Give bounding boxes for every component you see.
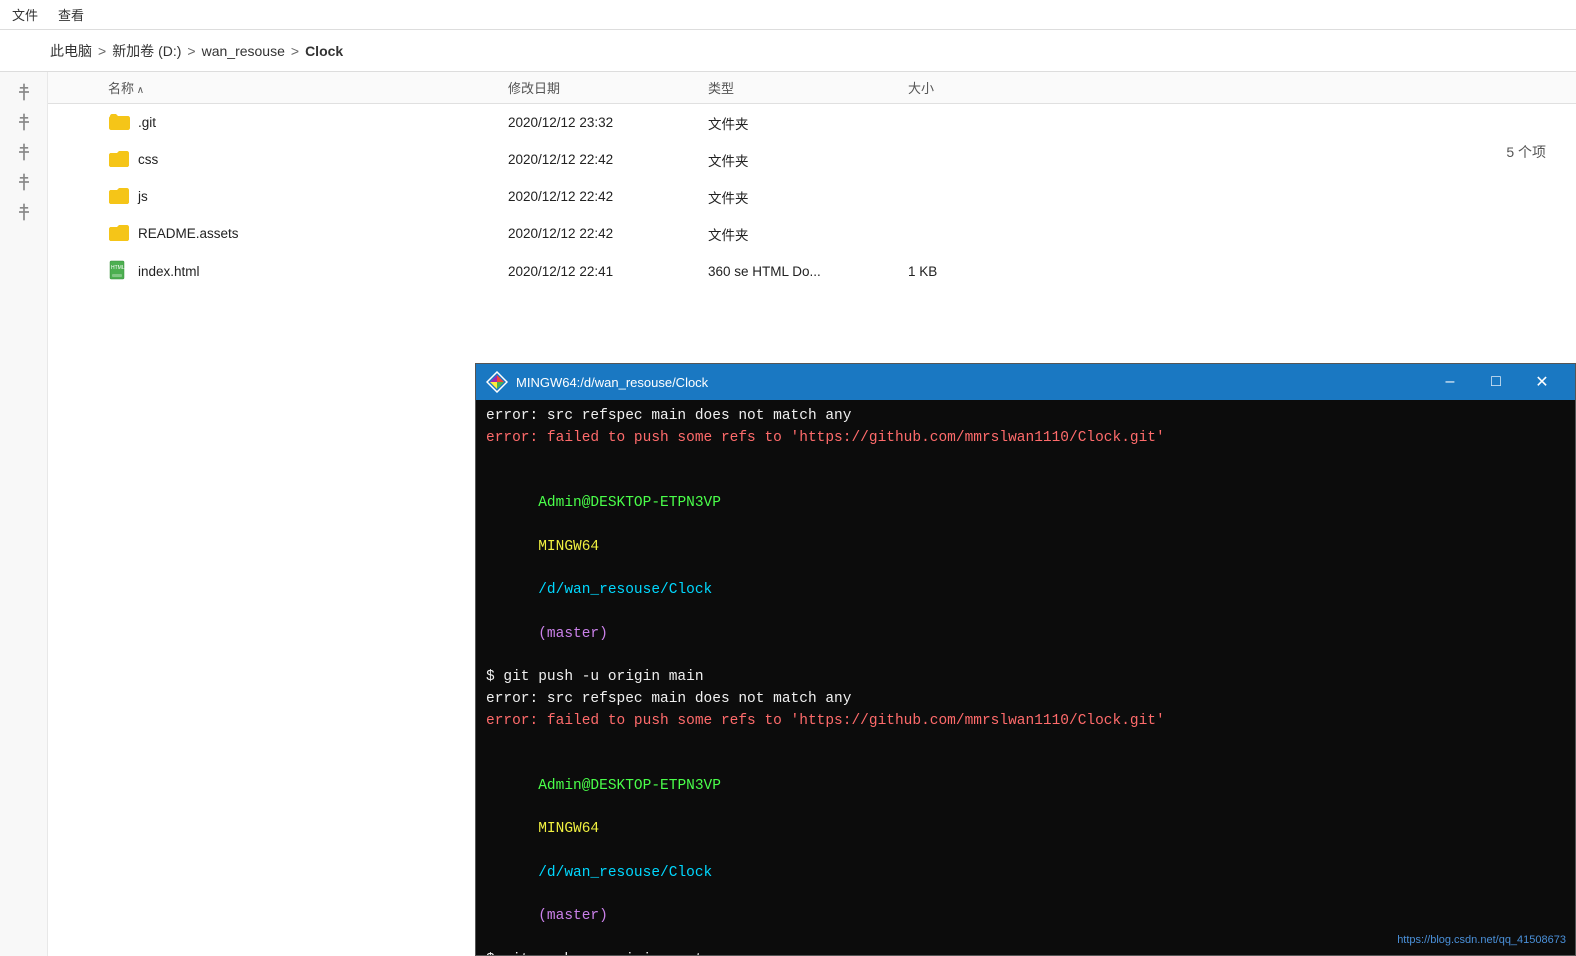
menu-file[interactable]: 文件 bbox=[12, 5, 38, 24]
breadcrumb-bar: 此电脑 > 新加卷 (D:) > wan_resouse > Clock bbox=[0, 30, 1576, 72]
terminal-title: MINGW64:/d/wan_resouse/Clock bbox=[516, 375, 1419, 390]
file-date: 2020/12/12 22:42 bbox=[508, 226, 708, 241]
terminal-prompt-branch-1: (master) bbox=[538, 626, 608, 642]
breadcrumb-sep-2: > bbox=[187, 43, 195, 59]
col-name[interactable]: 名称 bbox=[108, 78, 508, 97]
table-row[interactable]: README.assets 2020/12/12 22:42 文件夹 bbox=[48, 215, 1576, 252]
menu-view[interactable]: 查看 bbox=[58, 5, 84, 24]
terminal-prompt-1: Admin@DESKTOP-ETPN3VP MINGW64 /d/wan_res… bbox=[486, 471, 1565, 667]
svg-text:HTML: HTML bbox=[111, 265, 125, 271]
terminal-line-5: error: src refspec main does not match a… bbox=[486, 689, 1565, 711]
file-label: .git bbox=[138, 115, 156, 130]
file-date: 2020/12/12 22:42 bbox=[508, 189, 708, 204]
file-type: 文件夹 bbox=[708, 187, 908, 207]
terminal-line-8: $ git push -u origin master bbox=[486, 950, 1565, 955]
pin-icon-2[interactable] bbox=[14, 112, 34, 132]
terminal-controls: – □ ✕ bbox=[1427, 367, 1565, 397]
folder-icon bbox=[108, 112, 130, 133]
terminal-prompt-user-2: Admin@DESKTOP-ETPN3VP bbox=[538, 778, 721, 794]
breadcrumb-sep-3: > bbox=[291, 43, 299, 59]
pin-icon-4[interactable] bbox=[14, 172, 34, 192]
watermark: https://blog.csdn.net/qq_41508673 bbox=[1397, 934, 1566, 946]
table-row[interactable]: css 2020/12/12 22:42 文件夹 bbox=[48, 141, 1576, 178]
terminal-prompt-user-1: Admin@DESKTOP-ETPN3VP bbox=[538, 495, 721, 511]
pin-icon-3[interactable] bbox=[14, 142, 34, 162]
breadcrumb-current[interactable]: Clock bbox=[305, 43, 343, 59]
terminal-prompt-branch-2: (master) bbox=[538, 908, 608, 924]
terminal-prompt-2: Admin@DESKTOP-ETPN3VP MINGW64 /d/wan_res… bbox=[486, 754, 1565, 950]
breadcrumb-this-pc[interactable]: 此电脑 bbox=[50, 41, 92, 61]
file-date: 2020/12/12 23:32 bbox=[508, 115, 708, 130]
file-label: js bbox=[138, 189, 148, 204]
terminal-line-2: error: failed to push some refs to 'http… bbox=[486, 428, 1565, 450]
terminal-prompt-app-2: MINGW64 bbox=[538, 821, 599, 837]
menu-bar: 文件 查看 bbox=[0, 0, 1576, 30]
terminal-close-button[interactable]: ✕ bbox=[1519, 367, 1565, 397]
folder-icon bbox=[108, 186, 130, 207]
pin-icon-1[interactable] bbox=[14, 82, 34, 102]
terminal-prompt-app-1: MINGW64 bbox=[538, 539, 599, 555]
sidebar bbox=[0, 72, 48, 956]
col-size: 大小 bbox=[908, 78, 1028, 97]
terminal-line-4: $ git push -u origin main bbox=[486, 667, 1565, 689]
breadcrumb-drive[interactable]: 新加卷 (D:) bbox=[112, 41, 181, 61]
table-row[interactable]: HTML index.html 2020/12/12 22:41 360 se … bbox=[48, 252, 1576, 291]
col-type: 类型 bbox=[708, 78, 908, 97]
folder-icon bbox=[108, 223, 130, 244]
terminal-minimize-button[interactable]: – bbox=[1427, 367, 1473, 397]
file-type: 文件夹 bbox=[708, 224, 908, 244]
file-table-header: 名称 修改日期 类型 大小 bbox=[48, 72, 1576, 104]
file-label: css bbox=[138, 152, 158, 167]
file-date: 2020/12/12 22:42 bbox=[508, 152, 708, 167]
file-name-index: HTML index.html bbox=[108, 260, 508, 283]
file-size: 1 KB bbox=[908, 264, 1028, 279]
file-type: 文件夹 bbox=[708, 113, 908, 133]
html-file-icon: HTML bbox=[108, 260, 130, 283]
file-label: index.html bbox=[138, 264, 200, 279]
file-name-js: js bbox=[108, 186, 508, 207]
breadcrumb-folder[interactable]: wan_resouse bbox=[202, 43, 285, 59]
pin-icon-5[interactable] bbox=[14, 202, 34, 222]
terminal-line-6: error: failed to push some refs to 'http… bbox=[486, 711, 1565, 733]
terminal-logo-icon bbox=[486, 371, 508, 393]
terminal-window: MINGW64:/d/wan_resouse/Clock – □ ✕ error… bbox=[475, 363, 1576, 956]
file-name-git: .git bbox=[108, 112, 508, 133]
file-date: 2020/12/12 22:41 bbox=[508, 264, 708, 279]
terminal-line-7 bbox=[486, 732, 1565, 754]
terminal-prompt-path-1: /d/wan_resouse/Clock bbox=[538, 582, 712, 598]
terminal-body: error: src refspec main does not match a… bbox=[476, 400, 1575, 955]
folder-icon bbox=[108, 149, 130, 170]
file-label: README.assets bbox=[138, 226, 239, 241]
terminal-titlebar: MINGW64:/d/wan_resouse/Clock – □ ✕ bbox=[476, 364, 1575, 400]
file-type: 文件夹 bbox=[708, 150, 908, 170]
breadcrumb-sep-1: > bbox=[98, 43, 106, 59]
terminal-line-3 bbox=[486, 450, 1565, 472]
file-type: 360 se HTML Do... bbox=[708, 264, 908, 279]
file-name-readme: README.assets bbox=[108, 223, 508, 244]
terminal-prompt-path-2: /d/wan_resouse/Clock bbox=[538, 865, 712, 881]
table-row[interactable]: js 2020/12/12 22:42 文件夹 bbox=[48, 178, 1576, 215]
terminal-maximize-button[interactable]: □ bbox=[1473, 367, 1519, 397]
table-row[interactable]: .git 2020/12/12 23:32 文件夹 bbox=[48, 104, 1576, 141]
file-name-css: css bbox=[108, 149, 508, 170]
terminal-line-1: error: src refspec main does not match a… bbox=[486, 406, 1565, 428]
col-date: 修改日期 bbox=[508, 78, 708, 97]
